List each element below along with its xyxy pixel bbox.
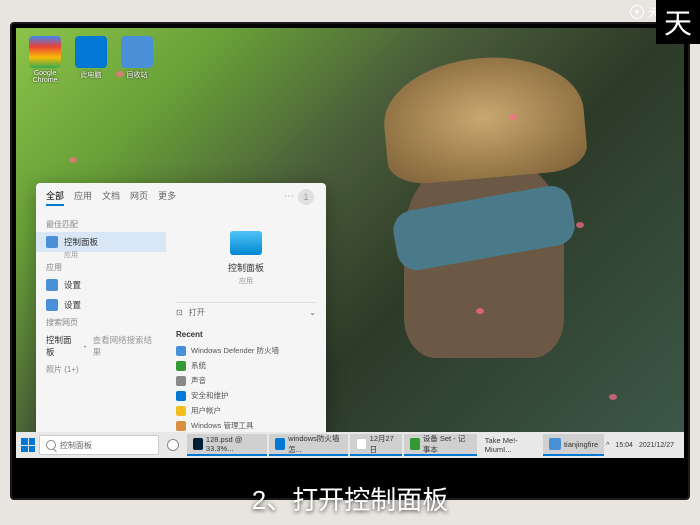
taskbar-item-word[interactable]: windows防火墙怎... — [269, 434, 348, 456]
result-settings-2[interactable]: 设置 — [36, 295, 166, 315]
desktop-icon-chrome[interactable]: Google Chrome — [24, 36, 66, 86]
recent-item-users[interactable]: 用户帐户 — [176, 403, 316, 418]
windows-logo-icon — [21, 438, 35, 452]
taskbar-item-music[interactable]: Take Me!-MiumI... — [479, 434, 541, 456]
corner-logo-char: 天 — [656, 0, 700, 44]
video-caption: 2、打开控制面板 — [0, 480, 700, 517]
taskbar-item-app[interactable]: tianjingfire — [543, 434, 604, 456]
search-more-icon[interactable]: ⋯ — [284, 191, 294, 202]
tab-apps[interactable]: 应用 — [74, 189, 92, 206]
desktop-icon-thispc[interactable]: 此电脑 — [70, 36, 112, 86]
taskbar-search-input[interactable]: 控制面板 — [39, 435, 159, 455]
result-sub: 应用 — [36, 250, 166, 260]
preview-title: 控制面板 — [176, 261, 316, 274]
section-web: 搜索网页 — [36, 315, 166, 330]
recent-item-admin-tools[interactable]: Windows 管理工具 — [176, 418, 316, 433]
search-tabs: 全部 应用 文档 网页 更多 — [36, 183, 326, 210]
section-apps: 应用 — [36, 260, 166, 275]
recent-header: Recent — [176, 330, 316, 339]
tray-chevron-up-icon[interactable]: ^ — [606, 442, 609, 449]
result-settings-1[interactable]: 设置 — [36, 275, 166, 295]
result-web-search[interactable]: 控制面板 - 查看网络搜索结果 — [36, 330, 166, 362]
tab-more[interactable]: 更多 — [158, 189, 176, 206]
tray-date: 2021/12/27 — [639, 442, 674, 449]
search-preview-pane: 控制面板 应用 ⊡打开⌄ Recent Windows Defender 防火墙… — [166, 211, 326, 453]
tray-time: 15:04 — [615, 442, 633, 449]
desktop-screen[interactable]: Google Chrome 此电脑 回收站 全部 应用 文档 网页 更多 ⋯ 1… — [16, 28, 684, 458]
recent-item-defender[interactable]: Windows Defender 防火墙 — [176, 343, 316, 358]
watermark-icon: ✦ — [630, 5, 644, 19]
open-icon: ⊡ — [176, 308, 183, 317]
search-badge[interactable]: 1 — [298, 189, 314, 205]
section-photos: 照片 (1+) — [36, 362, 166, 377]
taskbar-item-ps[interactable]: 128.psd @ 33.3%... — [187, 434, 267, 456]
preview-block: 控制面板 应用 — [176, 221, 316, 296]
chevron-down-icon: ⌄ — [309, 308, 316, 317]
control-panel-icon — [46, 236, 58, 248]
gear-icon — [46, 279, 58, 291]
tab-all[interactable]: 全部 — [46, 189, 64, 206]
tab-documents[interactable]: 文档 — [102, 189, 120, 206]
gear-icon — [46, 299, 58, 311]
action-open[interactable]: ⊡打开⌄ — [176, 302, 316, 322]
desktop-icons-area: Google Chrome 此电脑 回收站 — [24, 36, 162, 86]
preview-sub: 应用 — [176, 276, 316, 286]
control-panel-large-icon — [230, 231, 262, 255]
desktop-icon-recyclebin[interactable]: 回收站 — [116, 36, 158, 86]
search-results-list: 最佳匹配 控制面板 应用 应用 设置 设置 搜索网页 控制面板 - 查看网络搜索… — [36, 211, 166, 453]
recent-item-security[interactable]: 安全和维护 — [176, 388, 316, 403]
tab-web[interactable]: 网页 — [130, 189, 148, 206]
system-tray[interactable]: ^ 15:04 2021/12/27 — [606, 442, 680, 449]
start-button[interactable] — [20, 435, 37, 455]
taskbar-item-text[interactable]: 12月27日 — [350, 434, 401, 456]
taskbar: 控制面板 128.psd @ 33.3%... windows防火墙怎... 1… — [16, 432, 684, 458]
search-icon — [46, 440, 56, 450]
section-best-match: 最佳匹配 — [36, 217, 166, 232]
result-control-panel[interactable]: 控制面板 — [36, 232, 166, 252]
taskbar-cortana[interactable] — [161, 434, 185, 456]
recent-item-system[interactable]: 系统 — [176, 358, 316, 373]
start-search-panel: 全部 应用 文档 网页 更多 ⋯ 1 最佳匹配 控制面板 应用 应用 设置 设置… — [36, 183, 326, 453]
recent-item-sound[interactable]: 声音 — [176, 373, 316, 388]
monitor-frame: Google Chrome 此电脑 回收站 全部 应用 文档 网页 更多 ⋯ 1… — [10, 22, 690, 500]
taskbar-item-notepad[interactable]: 设备 Set - 记事本 — [404, 434, 477, 456]
